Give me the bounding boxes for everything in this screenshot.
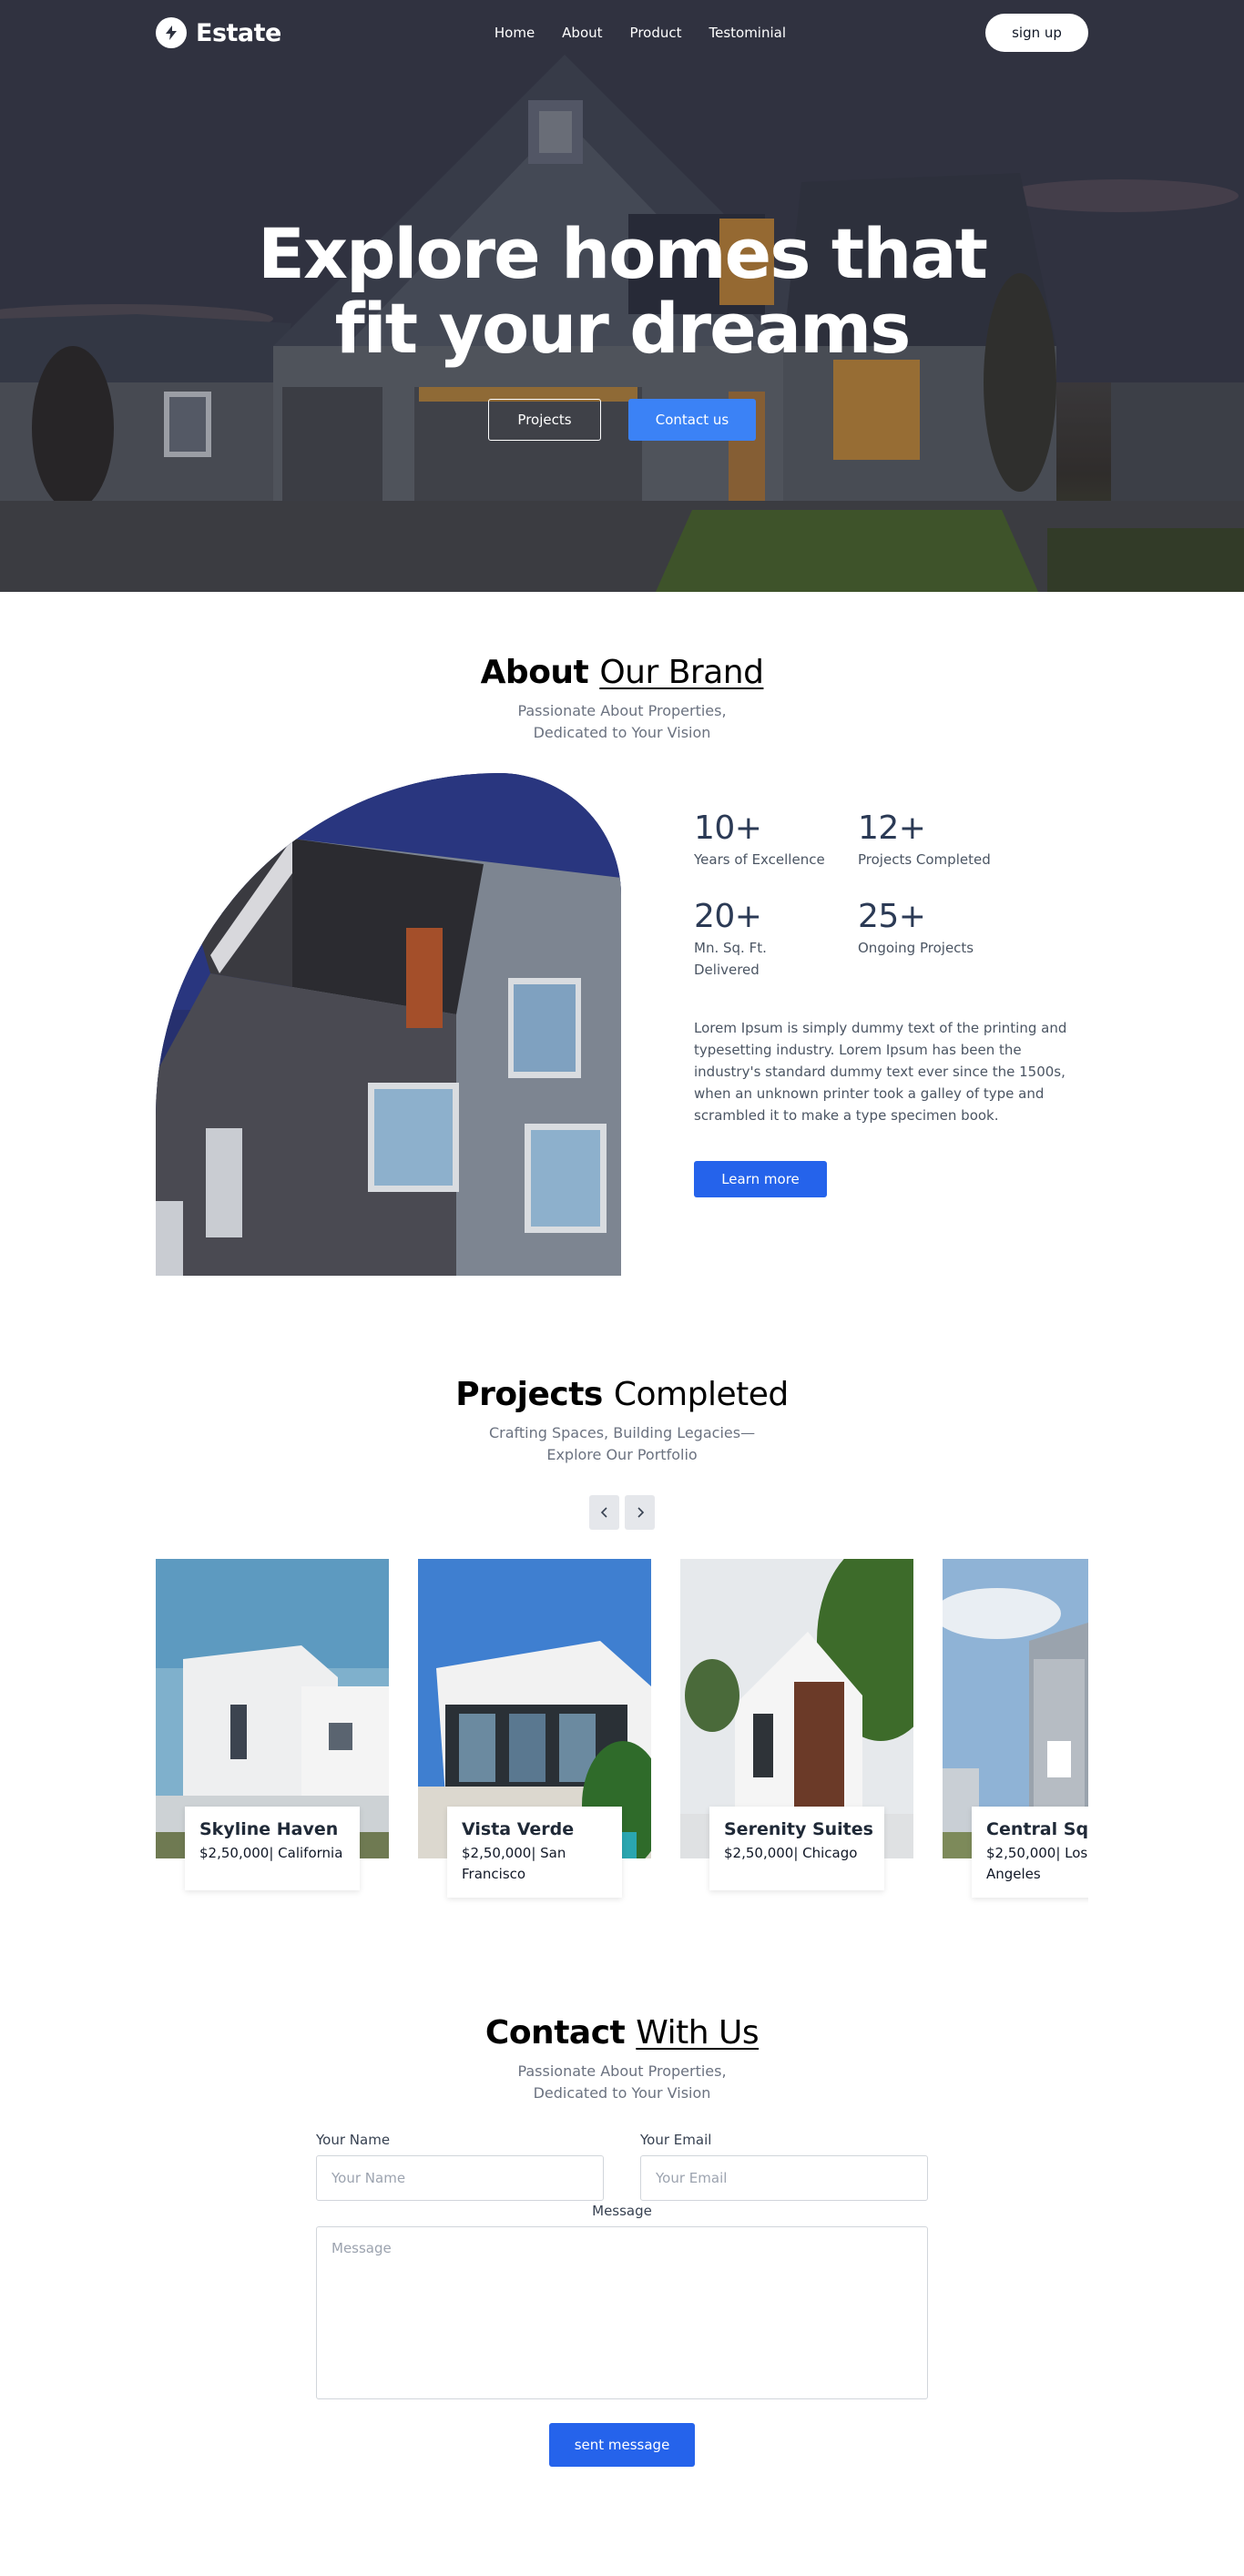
project-info: Vista Verde $2,50,000| San Francisco <box>447 1807 622 1898</box>
contact-heading: Contact With Us Passionate About Propert… <box>0 2014 1244 2104</box>
contact-form: Your Name Your Email Message sent messag… <box>316 2132 928 2467</box>
stat-label: Ongoing Projects <box>858 940 974 956</box>
email-field-group: Your Email <box>640 2132 928 2201</box>
chevron-left-icon <box>600 1507 607 1518</box>
send-message-button[interactable]: sent message <box>549 2423 695 2467</box>
contact-us-button[interactable]: Contact us <box>628 399 756 441</box>
contact-title: Contact With Us <box>0 2014 1244 2052</box>
about-subtitle: Passionate About Properties, Dedicated t… <box>517 702 727 741</box>
about-details: 10+ Years of Excellence 12+ Projects Com… <box>694 773 1086 1276</box>
message-label: Message <box>592 2203 652 2219</box>
projects-heading: Projects Completed Crafting Spaces, Buil… <box>0 1376 1244 1466</box>
chevron-right-icon <box>637 1507 644 1518</box>
top-navigation: Estate Home About Product Testominial si… <box>0 0 1244 66</box>
nav-link-testimonial[interactable]: Testominial <box>709 25 786 41</box>
brand-logo[interactable]: Estate <box>156 17 281 48</box>
hero-title-line-2: fit your dreams <box>334 288 912 369</box>
about-title-bold: About <box>480 654 589 691</box>
projects-subtitle: Crafting Spaces, Building Legacies—Explo… <box>488 1424 756 1463</box>
stat-label: Projects Completed <box>858 851 991 868</box>
project-name: Skyline Haven <box>199 1819 339 1839</box>
stat-value: 20+ <box>694 898 762 935</box>
project-meta: $2,50,000| Chicago <box>724 1845 858 1861</box>
project-name: Serenity Suites <box>724 1819 873 1839</box>
hero-buttons: Projects Contact us <box>0 399 1244 441</box>
signup-button[interactable]: sign up <box>985 14 1088 52</box>
project-card-serenity-suites[interactable]: Serenity Suites $2,50,000| Chicago <box>680 1559 913 1905</box>
carousel-next-button[interactable] <box>625 1495 655 1530</box>
project-cards-viewport[interactable]: Skyline Haven $2,50,000| California Vist… <box>156 1559 1088 1905</box>
projects-button[interactable]: Projects <box>488 399 601 441</box>
message-textarea[interactable] <box>316 2226 928 2399</box>
form-row: Your Name Your Email <box>316 2132 928 2201</box>
stat-value: 10+ <box>694 809 762 847</box>
project-info: Skyline Haven $2,50,000| California <box>185 1807 360 1890</box>
project-name: Vista Verde <box>462 1819 575 1839</box>
nav-link-product[interactable]: Product <box>630 25 682 41</box>
about-title: About Our Brand <box>0 654 1244 691</box>
stat-value: 25+ <box>858 898 926 935</box>
contact-section: Contact With Us Passionate About Propert… <box>0 1905 1244 2576</box>
contact-subtitle: Passionate About Properties, Dedicated t… <box>517 2062 727 2102</box>
project-info: Central Square $2,50,000| Los Angeles <box>972 1807 1088 1898</box>
brand-name: Estate <box>196 18 281 47</box>
lightning-bolt-icon <box>156 17 187 48</box>
send-wrap: sent message <box>316 2423 928 2467</box>
about-body: 10+ Years of Excellence 12+ Projects Com… <box>156 773 1244 1276</box>
about-description: Lorem Ipsum is simply dummy text of the … <box>694 1020 1067 1124</box>
project-meta: $2,50,000| Los Angeles <box>986 1845 1088 1882</box>
projects-title-rest: Completed <box>613 1376 789 1413</box>
project-card-vista-verde[interactable]: Vista Verde $2,50,000| San Francisco <box>418 1559 651 1905</box>
project-meta: $2,50,000| San Francisco <box>462 1845 566 1882</box>
project-name: Central Square <box>986 1819 1088 1839</box>
project-card-skyline-haven[interactable]: Skyline Haven $2,50,000| California <box>156 1559 389 1905</box>
contact-title-rest: With Us <box>636 2014 760 2052</box>
stat-label: Years of Excellence <box>694 851 825 868</box>
hero-content: Explore homes that fit your dreams Proje… <box>0 217 1244 441</box>
stat-item: 25+ Ongoing Projects <box>858 898 1022 981</box>
carousel-prev-button[interactable] <box>589 1495 619 1530</box>
name-label: Your Name <box>316 2132 391 2148</box>
name-input[interactable] <box>316 2155 604 2201</box>
projects-section: Projects Completed Crafting Spaces, Buil… <box>0 1276 1244 1905</box>
projects-title: Projects Completed <box>0 1376 1244 1413</box>
learn-more-button[interactable]: Learn more <box>694 1161 827 1197</box>
project-info: Serenity Suites $2,50,000| Chicago <box>709 1807 884 1890</box>
hero-title: Explore homes that fit your dreams <box>0 217 1244 366</box>
stat-item: 20+ Mn. Sq. Ft. Delivered <box>694 898 858 981</box>
nav-link-about[interactable]: About <box>562 25 602 41</box>
projects-title-bold: Projects <box>455 1376 603 1413</box>
project-cards-track: Skyline Haven $2,50,000| California Vist… <box>156 1559 1088 1905</box>
project-card-central-square[interactable]: Central Square $2,50,000| Los Angeles <box>943 1559 1088 1905</box>
about-building-image <box>156 773 621 1276</box>
name-field-group: Your Name <box>316 2132 604 2201</box>
stat-item: 10+ Years of Excellence <box>694 809 858 871</box>
about-title-rest: Our Brand <box>599 654 764 691</box>
email-input[interactable] <box>640 2155 928 2201</box>
stat-value: 12+ <box>858 809 926 847</box>
email-label: Your Email <box>640 2132 712 2148</box>
hero-title-line-1: Explore homes that <box>258 213 988 294</box>
stat-item: 12+ Projects Completed <box>858 809 1022 871</box>
contact-title-bold: Contact <box>484 2014 626 2052</box>
nav-links: Home About Product Testominial <box>495 25 786 41</box>
about-section: About Our Brand Passionate About Propert… <box>0 592 1244 1276</box>
about-heading: About Our Brand Passionate About Propert… <box>0 654 1244 744</box>
carousel-controls <box>0 1495 1244 1530</box>
stat-label: Mn. Sq. Ft. Delivered <box>694 940 767 978</box>
stats-grid: 10+ Years of Excellence 12+ Projects Com… <box>694 809 1086 981</box>
nav-link-home[interactable]: Home <box>495 25 535 41</box>
project-meta: $2,50,000| California <box>199 1845 343 1861</box>
hero-section: Estate Home About Product Testominial si… <box>0 0 1244 592</box>
